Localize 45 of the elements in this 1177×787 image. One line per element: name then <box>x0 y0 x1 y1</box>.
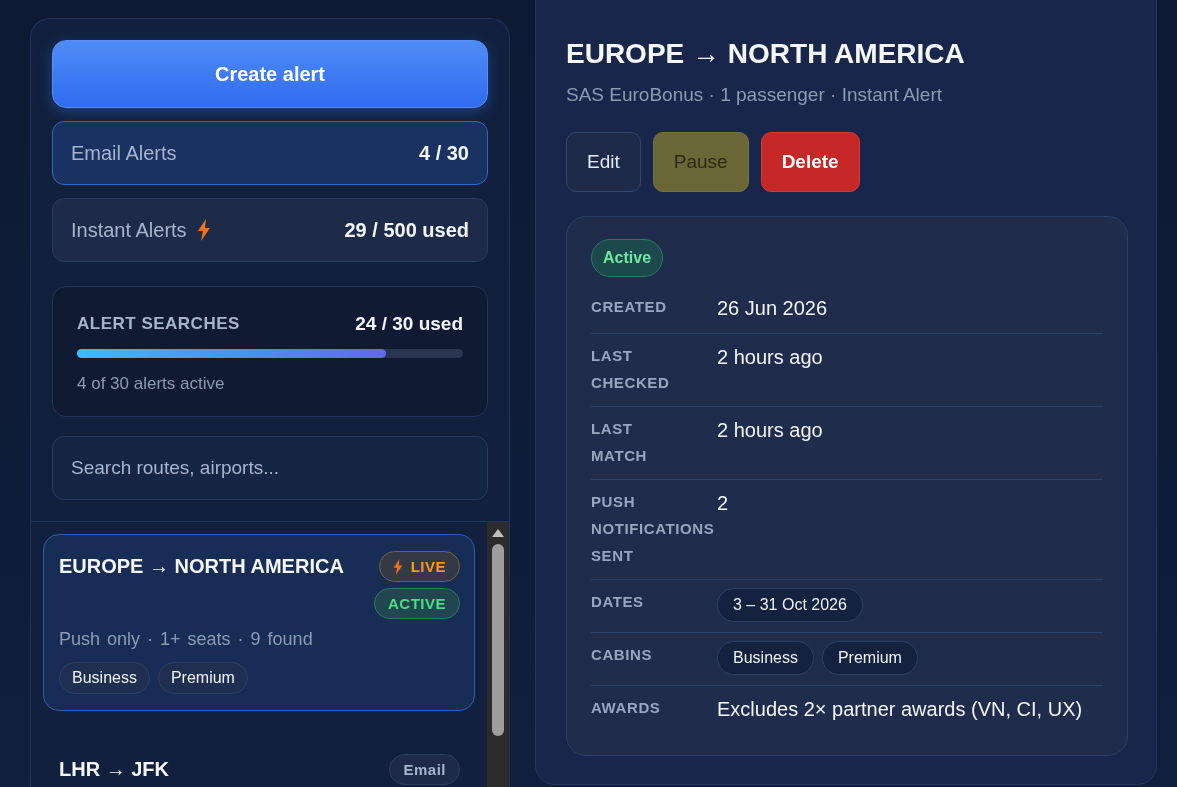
scrollbar-thumb[interactable] <box>492 544 504 736</box>
alert-meta: Push only · 1+ seats · 9 found <box>59 629 314 650</box>
field-value: 26 Jun 2026 <box>717 296 828 321</box>
field-label: PUSH NOTIFICATIONS SENT <box>591 492 715 566</box>
field-label: CREATED <box>591 297 667 317</box>
alert-route: LHR → JFK <box>59 758 169 781</box>
action-button[interactable]: Edit <box>566 132 641 192</box>
value-chip: Business <box>717 641 814 675</box>
status-badge: LIVE <box>378 551 460 582</box>
quota-label: Instant Alerts <box>71 218 187 242</box>
status-badge: Active <box>591 239 664 277</box>
quota-value: 29 / 500 used <box>344 218 469 242</box>
search-field[interactable]: Search routes, airports... <box>52 436 488 500</box>
value-chip: 3 – 31 Oct 2026 <box>717 588 863 622</box>
create-alert-button[interactable]: Create alert <box>52 40 488 108</box>
alert-list-item[interactable]: EUROPE → NORTH AMERICA LIVE ACTIVE Push only · 1+ seats · 9 found Business Premium <box>43 534 475 711</box>
alert-list-item[interactable]: LHR → JFK Email <box>43 741 475 786</box>
usage-value: 24 / 30 used <box>355 313 463 335</box>
action-button[interactable]: Delete <box>760 132 860 192</box>
usage-note: 4 of 30 alerts active <box>77 374 226 394</box>
quota-card[interactable]: Email Alerts 4 / 30 <box>52 121 488 185</box>
field-label: DATES <box>591 592 644 612</box>
field-label: LAST MATCH <box>591 419 648 466</box>
scrollbar[interactable] <box>487 522 509 787</box>
field-value: 2 hours ago <box>717 345 823 370</box>
field-value: 2 hours ago <box>717 418 823 443</box>
lightning-icon <box>392 558 403 575</box>
field-value: Excludes 2× partner awards (VN, CI, UX) <box>717 697 1083 722</box>
scroll-up-icon[interactable] <box>491 528 505 538</box>
quota-label: Email Alerts <box>71 141 177 165</box>
field-label: AWARDS <box>591 698 661 718</box>
status-badge: Email <box>389 754 460 785</box>
cabin-tag: Premium <box>157 662 248 694</box>
usage-title: ALERT SEARCHES <box>77 314 240 334</box>
detail-title: EUROPE → NORTH AMERICA <box>566 38 966 70</box>
field-value: 2 <box>717 491 729 516</box>
field-label: LAST CHECKED <box>591 346 670 393</box>
quota-card[interactable]: Instant Alerts 29 / 500 used <box>52 198 488 262</box>
cabin-tag: Business <box>59 662 150 694</box>
alert-route: EUROPE → NORTH AMERICA <box>59 555 344 578</box>
field-label: CABINS <box>591 645 653 665</box>
value-chip: Premium <box>821 641 918 675</box>
status-badge: ACTIVE <box>374 588 460 619</box>
quota-value: 4 / 30 <box>418 141 469 165</box>
detail-subtitle: SAS EuroBonus · 1 passenger · Instant Alert <box>566 84 943 106</box>
